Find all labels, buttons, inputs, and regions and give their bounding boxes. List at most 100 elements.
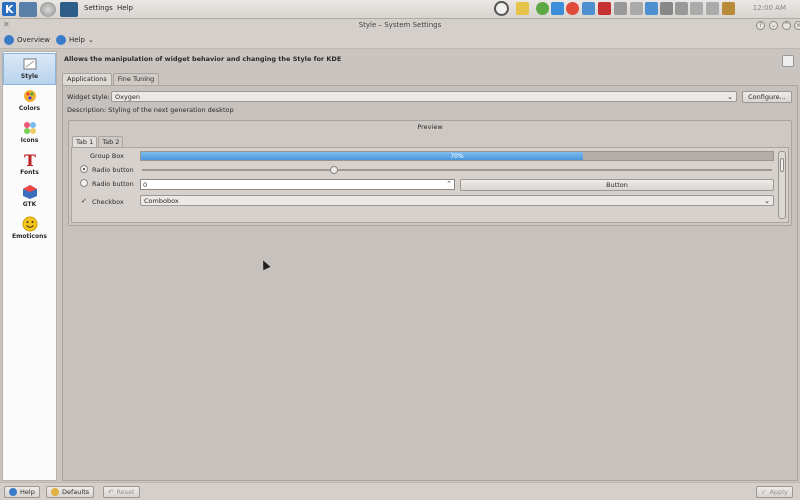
lock-icon[interactable] [722, 2, 735, 15]
sidebar-item-colors[interactable]: Colors [3, 86, 56, 118]
help-button[interactable]: Help [4, 486, 40, 498]
progress-text: 70% [450, 153, 464, 160]
slider-track[interactable] [142, 169, 772, 171]
window-title: Style – System Settings [358, 21, 442, 29]
slider-handle[interactable] [330, 166, 338, 174]
help-label: Help [69, 36, 85, 44]
preview-scrollbar[interactable] [778, 151, 786, 219]
sidebar-item-label: Emoticons [12, 233, 47, 240]
tray-icon-1[interactable] [614, 2, 627, 15]
whats-this-icon[interactable] [782, 55, 794, 67]
terminal-icon[interactable] [60, 2, 78, 17]
sidebar-item-label: Colors [18, 105, 41, 112]
help-icon [9, 488, 17, 496]
menu-help[interactable]: Help [117, 4, 133, 12]
preview-tab-2[interactable]: Tab 2 [98, 136, 124, 147]
sidebar-item-label: Fonts [20, 169, 39, 176]
colors-icon [22, 88, 38, 104]
configure-button[interactable]: Configure... [742, 91, 792, 103]
move-icon[interactable] [494, 1, 509, 16]
settings-gear-icon[interactable] [40, 2, 56, 17]
bluetooth-icon[interactable] [706, 2, 719, 15]
scrollbar-thumb[interactable] [780, 158, 784, 172]
network-icon[interactable] [551, 2, 564, 15]
combobox-label: Combobox [144, 197, 179, 205]
main-content: Allows the manipulation of widget behavi… [62, 51, 798, 481]
desktop-icon[interactable] [19, 2, 37, 17]
style-description: Description: Styling of the next generat… [67, 106, 234, 114]
group-box-title: Group Box [90, 152, 124, 160]
folder-icon[interactable] [582, 2, 595, 15]
radio-button-2[interactable] [80, 179, 88, 187]
help-button-label: Help [20, 488, 35, 496]
help-menu-button[interactable]: Help ⌄ [56, 35, 94, 45]
tray-icon-2[interactable] [630, 2, 643, 15]
chrome-icon[interactable] [566, 2, 579, 15]
progress-bar: 70% [140, 151, 774, 161]
tab-fine-tuning[interactable]: Fine Tuning [112, 73, 160, 85]
sidebar-item-fonts[interactable]: T Fonts [3, 150, 56, 182]
close-icon[interactable]: × [794, 21, 800, 30]
emoticons-icon [22, 216, 38, 232]
defaults-button[interactable]: Defaults [46, 486, 95, 498]
reset-button[interactable]: ↶ Reset [103, 486, 140, 498]
spin-box[interactable]: 0 ⌃ [140, 179, 455, 190]
chevron-down-icon: ⌄ [727, 93, 733, 101]
apply-button-label: Apply [769, 488, 788, 496]
spin-arrows-icon[interactable]: ⌃ [446, 180, 452, 188]
bottom-bar: Help Defaults ↶ Reset ✓ Apply [0, 482, 800, 500]
overview-label: Overview [17, 36, 50, 44]
apply-button[interactable]: ✓ Apply [756, 486, 793, 498]
reset-icon: ↶ [108, 488, 114, 496]
sidebar: Style Colors Icons T Fonts GTK Emoticons [2, 51, 57, 481]
defaults-icon [51, 488, 59, 496]
reset-button-label: Reset [116, 488, 135, 496]
chevron-down-icon: ⌄ [764, 197, 770, 205]
radio-button-1[interactable] [80, 165, 88, 173]
tab-applications[interactable]: Applications [62, 73, 112, 85]
radio-label-2: Radio button [92, 180, 134, 188]
im-icon[interactable] [598, 2, 611, 15]
main-tabs: Applications Fine Tuning [62, 73, 160, 85]
widget-style-value: Oxygen [115, 93, 141, 101]
svg-text:T: T [24, 152, 36, 168]
page-heading: Allows the manipulation of widget behavi… [64, 55, 342, 63]
preview-pane: Group Box Radio button Radio button ✓ Ch… [71, 147, 789, 223]
gtk-icon [22, 184, 38, 200]
sidebar-item-style[interactable]: Style [3, 53, 56, 85]
preview-button[interactable]: Button [460, 179, 774, 191]
menu-settings[interactable]: Settings [84, 4, 113, 12]
preview-tabs: Tab 1 Tab 2 [72, 136, 124, 147]
widget-style-combo[interactable]: Oxygen ⌄ [111, 91, 737, 102]
preview-combobox[interactable]: Combobox ⌄ [140, 195, 774, 206]
sidebar-item-gtk[interactable]: GTK [3, 182, 56, 214]
help-icon [56, 35, 66, 45]
tray-icon-5[interactable] [675, 2, 688, 15]
checkmark-icon[interactable]: ✓ [81, 197, 87, 205]
spin-value: 0 [143, 181, 148, 189]
sidebar-item-emoticons[interactable]: Emoticons [3, 214, 56, 246]
maximize-icon[interactable]: ^ [782, 21, 791, 30]
defaults-button-label: Defaults [62, 488, 90, 496]
clock[interactable]: 12:00 AM [753, 4, 786, 12]
window-help-icon[interactable]: ? [756, 21, 765, 30]
icons-icon [22, 120, 38, 136]
fonts-icon: T [22, 151, 38, 170]
pen-icon[interactable] [516, 2, 529, 15]
tray-icon-3[interactable] [645, 2, 658, 15]
toolbar: Overview Help ⌄ [0, 32, 800, 49]
svg-text:K: K [5, 3, 14, 16]
chevron-down-icon: ⌄ [87, 36, 94, 44]
tray-icon-4[interactable] [660, 2, 673, 15]
back-arrow-icon [4, 35, 14, 45]
applications-pane: Widget style: Oxygen ⌄ Configure... Desc… [62, 85, 798, 481]
preview-tab-1[interactable]: Tab 1 [72, 136, 98, 147]
sidebar-item-icons[interactable]: Icons [3, 118, 56, 150]
kde-launcher-icon[interactable]: K [1, 1, 17, 17]
style-icon [22, 56, 38, 72]
overview-button[interactable]: Overview [4, 35, 50, 45]
volume-icon[interactable] [690, 2, 703, 15]
minimize-icon[interactable]: ⌄ [769, 21, 778, 30]
spotify-icon[interactable] [536, 2, 549, 15]
window-titlebar: ✕ Style – System Settings ? ⌄ ^ × [0, 19, 800, 32]
